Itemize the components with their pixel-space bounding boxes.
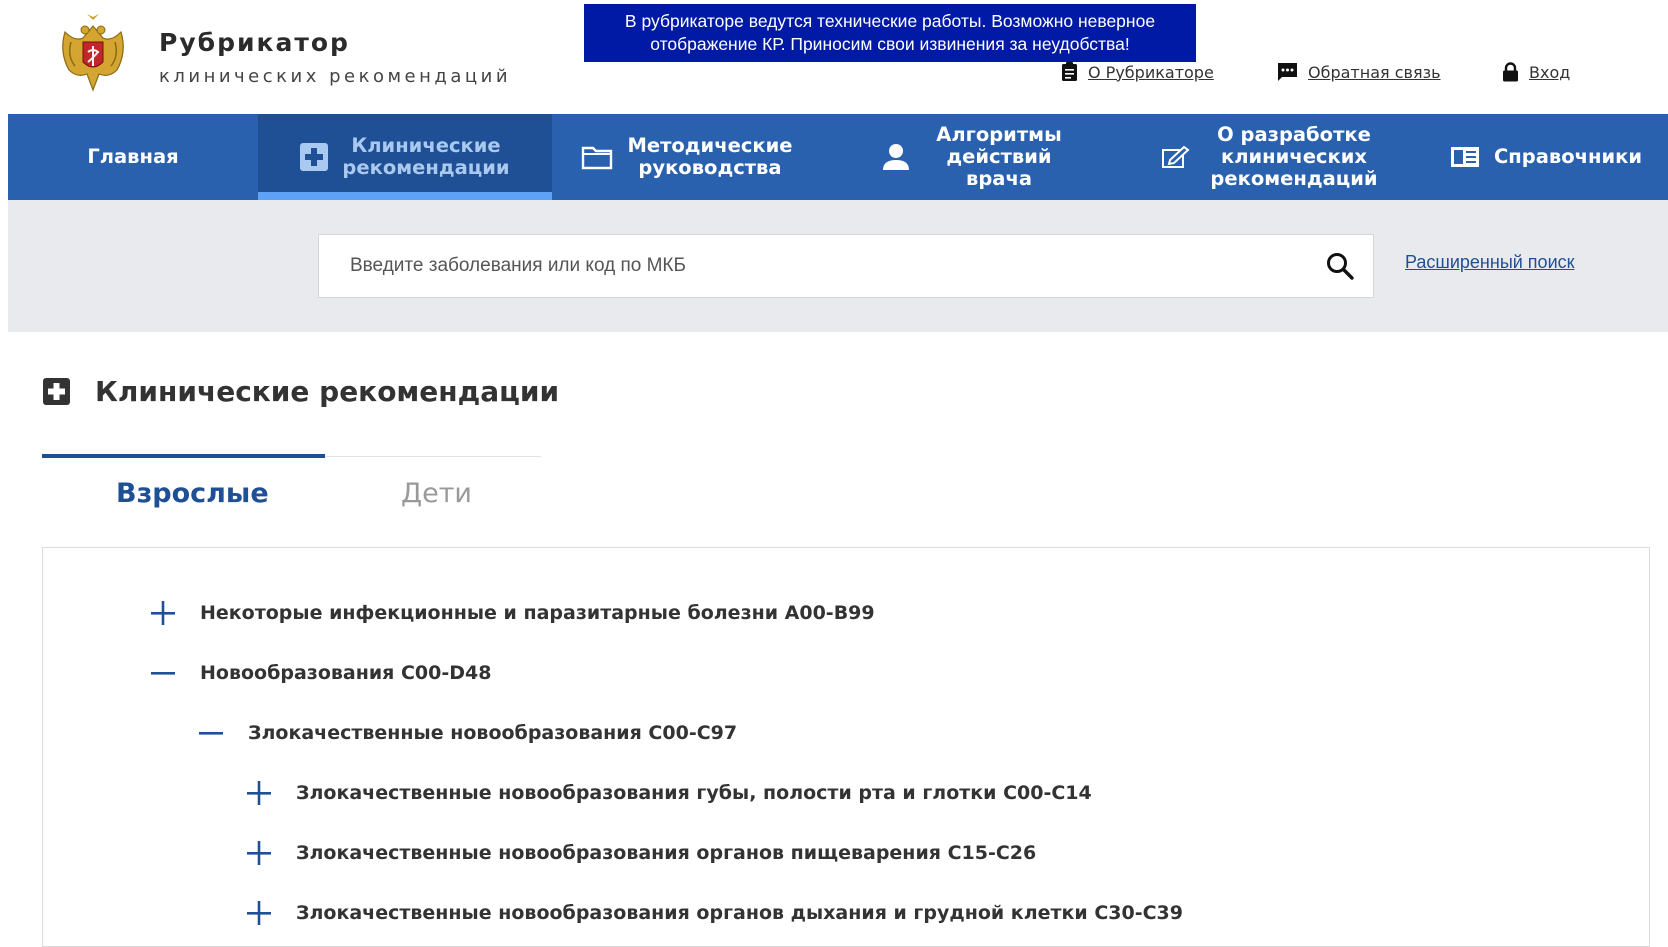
expand-plus-icon[interactable] (246, 780, 272, 806)
brand-subtitle[interactable]: клинических рекомендаций (159, 66, 511, 87)
search-box (318, 234, 1374, 298)
tab-children[interactable]: Дети (401, 478, 472, 509)
tree-item[interactable]: Злокачественные новообразования губы, по… (246, 778, 1092, 808)
collapse-minus-icon[interactable] (150, 660, 176, 686)
tree-item-label: Злокачественные новообразования органов … (296, 842, 1037, 864)
expand-plus-icon[interactable] (150, 600, 176, 626)
tree-item-label: Новообразования С00-D48 (200, 662, 492, 684)
notice-line-2: отображение КР. Приносим свои извинения … (650, 34, 1130, 54)
nav-references-label: Справочники (1494, 145, 1643, 168)
search-icon[interactable] (1325, 251, 1355, 281)
lock-icon (1502, 62, 1519, 82)
chat-bubble-icon (1277, 62, 1298, 82)
medical-cross-icon (43, 378, 70, 405)
tree-item[interactable]: Некоторые инфекционные и паразитарные бо… (150, 598, 875, 628)
tree-item[interactable]: Злокачественные новообразования С00-С97 (198, 718, 737, 748)
login-link[interactable]: Вход (1502, 58, 1570, 86)
tree-item[interactable]: Злокачественные новообразования органов … (246, 838, 1036, 868)
medical-cross-icon (300, 143, 329, 171)
search-input[interactable] (348, 235, 1312, 297)
nav-home-label: Главная (87, 145, 179, 168)
expand-plus-icon[interactable] (246, 840, 272, 866)
nav-home[interactable]: Главная (8, 114, 258, 200)
feedback-link-label: Обратная связь (1308, 62, 1441, 82)
nav-clinical-recommendations[interactable]: Клинические рекомендации (258, 114, 552, 200)
nav-development-label-1: О разработке (1217, 123, 1371, 146)
user-icon (882, 143, 910, 171)
tree-item-label: Злокачественные новообразования С00-С97 (248, 722, 738, 744)
coat-of-arms-logo[interactable] (57, 12, 129, 94)
book-icon (1450, 145, 1480, 169)
nav-algorithms-label-1: Алгоритмы (936, 123, 1062, 146)
nav-development-info[interactable]: О разработке клинических рекомендаций (1122, 114, 1418, 200)
nav-clinical-label-1: Клинические (351, 134, 501, 157)
nav-development-label-3: рекомендаций (1210, 167, 1378, 190)
nav-doctor-algorithms[interactable]: Алгоритмы действий врача (822, 114, 1122, 200)
nav-references[interactable]: Справочники (1418, 114, 1668, 200)
advanced-search-link[interactable]: Расширенный поиск (1405, 252, 1575, 273)
maintenance-notice: В рубрикаторе ведутся технические работы… (584, 4, 1196, 62)
nav-algorithms-label-2: действий (946, 145, 1052, 168)
notice-line-1: В рубрикаторе ведутся технические работы… (624, 11, 1156, 31)
tab-adults[interactable]: Взрослые (116, 478, 269, 509)
about-link[interactable]: О Рубрикаторе (1061, 58, 1214, 86)
active-tab-indicator (42, 454, 325, 458)
brand-title[interactable]: Рубрикатор (159, 28, 350, 57)
tree-item[interactable]: Новообразования С00-D48 (150, 658, 491, 688)
edit-document-icon (1162, 145, 1190, 169)
collapse-minus-icon[interactable] (198, 720, 224, 746)
nav-algorithms-label-3: врача (965, 167, 1032, 190)
nav-methodical-label-2: руководства (638, 156, 782, 179)
about-link-label: О Рубрикаторе (1088, 62, 1214, 82)
folder-icon (581, 144, 613, 170)
expand-plus-icon[interactable] (246, 900, 272, 926)
tree-item-label: Некоторые инфекционные и паразитарные бо… (200, 602, 875, 624)
tree-item[interactable]: Злокачественные новообразования органов … (246, 898, 1183, 928)
tree-item-label: Злокачественные новообразования губы, по… (296, 782, 1092, 804)
nav-methodical-guides[interactable]: Методические руководства (552, 114, 822, 200)
main-navigation: Главная Клинические рекомендации Методич… (8, 114, 1668, 200)
nav-clinical-label-2: рекомендации (342, 156, 510, 179)
feedback-link[interactable]: Обратная связь (1277, 58, 1441, 86)
document-icon (1061, 62, 1078, 82)
page-title: Клинические рекомендации (95, 375, 560, 408)
nav-methodical-label-1: Методические (627, 134, 793, 157)
nav-development-label-2: клинических (1221, 145, 1367, 168)
tree-item-label: Злокачественные новообразования органов … (296, 902, 1183, 924)
login-link-label: Вход (1529, 62, 1571, 82)
